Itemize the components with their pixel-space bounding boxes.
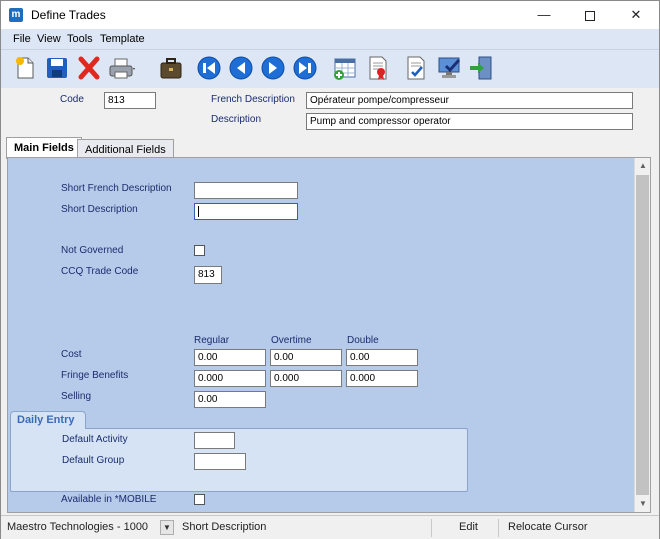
default-group-label: Default Group (62, 455, 125, 466)
edit-document-icon[interactable] (402, 54, 430, 82)
delete-icon[interactable] (75, 54, 103, 82)
maximize-button[interactable] (567, 1, 613, 29)
fringe-regular-field[interactable]: 0.000 (194, 370, 266, 387)
ccq-trade-code-label: CCQ Trade Code (61, 266, 139, 277)
status-divider (431, 519, 432, 537)
status-bar: Maestro Technologies - 1000 ▼ Short Desc… (1, 515, 659, 539)
ccq-trade-code-field[interactable]: 813 (194, 266, 222, 284)
print-icon[interactable] (107, 54, 135, 82)
new-document-icon[interactable] (11, 54, 39, 82)
toolbar (1, 50, 659, 88)
menu-file[interactable]: File (13, 33, 31, 45)
first-record-icon[interactable] (195, 54, 223, 82)
report-icon[interactable] (364, 54, 392, 82)
column-overtime-header: Overtime (271, 335, 312, 346)
short-french-description-field[interactable] (194, 182, 298, 199)
short-description-field[interactable] (194, 203, 298, 220)
default-activity-field[interactable] (194, 432, 235, 449)
add-grid-icon[interactable] (331, 54, 359, 82)
monitor-check-icon[interactable] (436, 54, 464, 82)
fringe-benefits-label: Fringe Benefits (61, 370, 129, 381)
selling-field[interactable]: 0.00 (194, 391, 266, 408)
window-title: Define Trades (31, 8, 106, 22)
previous-record-icon[interactable] (227, 54, 255, 82)
default-group-field[interactable] (194, 453, 246, 470)
short-description-label: Short Description (61, 204, 138, 215)
code-field[interactable]: 813 (104, 92, 156, 109)
save-icon[interactable] (43, 54, 71, 82)
menu-view[interactable]: View (37, 33, 61, 45)
cost-overtime-field[interactable]: 0.00 (270, 349, 342, 366)
company-dropdown-icon[interactable]: ▼ (160, 520, 174, 535)
last-record-icon[interactable] (291, 54, 319, 82)
available-mobile-label: Available in *MOBILE (61, 494, 157, 505)
daily-entry-title: Daily Entry (10, 411, 86, 429)
short-french-description-label: Short French Description (61, 183, 172, 194)
title-bar: m Define Trades — ✕ (1, 1, 659, 29)
fringe-overtime-field[interactable]: 0.000 (270, 370, 342, 387)
not-governed-label: Not Governed (61, 245, 124, 256)
vertical-scrollbar[interactable]: ▲ ▼ (634, 158, 650, 512)
not-governed-checkbox[interactable] (194, 245, 205, 256)
next-record-icon[interactable] (259, 54, 287, 82)
tab-main-fields[interactable]: Main Fields (6, 137, 82, 159)
maximize-icon (585, 10, 595, 21)
menu-template[interactable]: Template (100, 33, 145, 45)
scroll-down-arrow-icon[interactable]: ▼ (635, 496, 651, 512)
description-label: Description (211, 114, 262, 125)
default-activity-label: Default Activity (62, 434, 128, 445)
status-company: Maestro Technologies - 1000 (7, 521, 149, 533)
available-mobile-checkbox[interactable] (194, 494, 205, 505)
cost-double-field[interactable]: 0.00 (346, 349, 418, 366)
code-label: Code (60, 94, 84, 105)
selling-label: Selling (61, 391, 92, 402)
exit-icon[interactable] (467, 54, 495, 82)
status-mode: Edit (459, 521, 478, 533)
tab-additional-fields[interactable]: Additional Fields (77, 139, 174, 159)
briefcase-icon[interactable] (157, 54, 185, 82)
column-regular-header: Regular (194, 335, 230, 346)
column-double-header: Double (347, 335, 379, 346)
scroll-up-arrow-icon[interactable]: ▲ (635, 158, 651, 174)
french-description-field[interactable]: Opérateur pompe/compresseur (306, 92, 633, 109)
close-button[interactable]: ✕ (613, 1, 659, 29)
text-cursor (198, 206, 199, 217)
menu-tools[interactable]: Tools (67, 33, 93, 45)
cost-regular-field[interactable]: 0.00 (194, 349, 266, 366)
status-divider (498, 519, 499, 537)
app-logo-icon: m (9, 8, 23, 22)
french-description-label: French Description (211, 94, 295, 105)
fringe-double-field[interactable]: 0.000 (346, 370, 418, 387)
status-field: Short Description (182, 521, 267, 533)
scroll-thumb[interactable] (636, 175, 649, 495)
menu-bar: File View Tools Template (1, 29, 659, 50)
cost-label: Cost (61, 349, 82, 360)
define-trades-window: m Define Trades — ✕ File View Tools Temp… (0, 0, 660, 539)
status-hint: Relocate Cursor (508, 521, 588, 533)
minimize-button[interactable]: — (521, 1, 567, 29)
description-field[interactable]: Pump and compressor operator (306, 113, 633, 130)
